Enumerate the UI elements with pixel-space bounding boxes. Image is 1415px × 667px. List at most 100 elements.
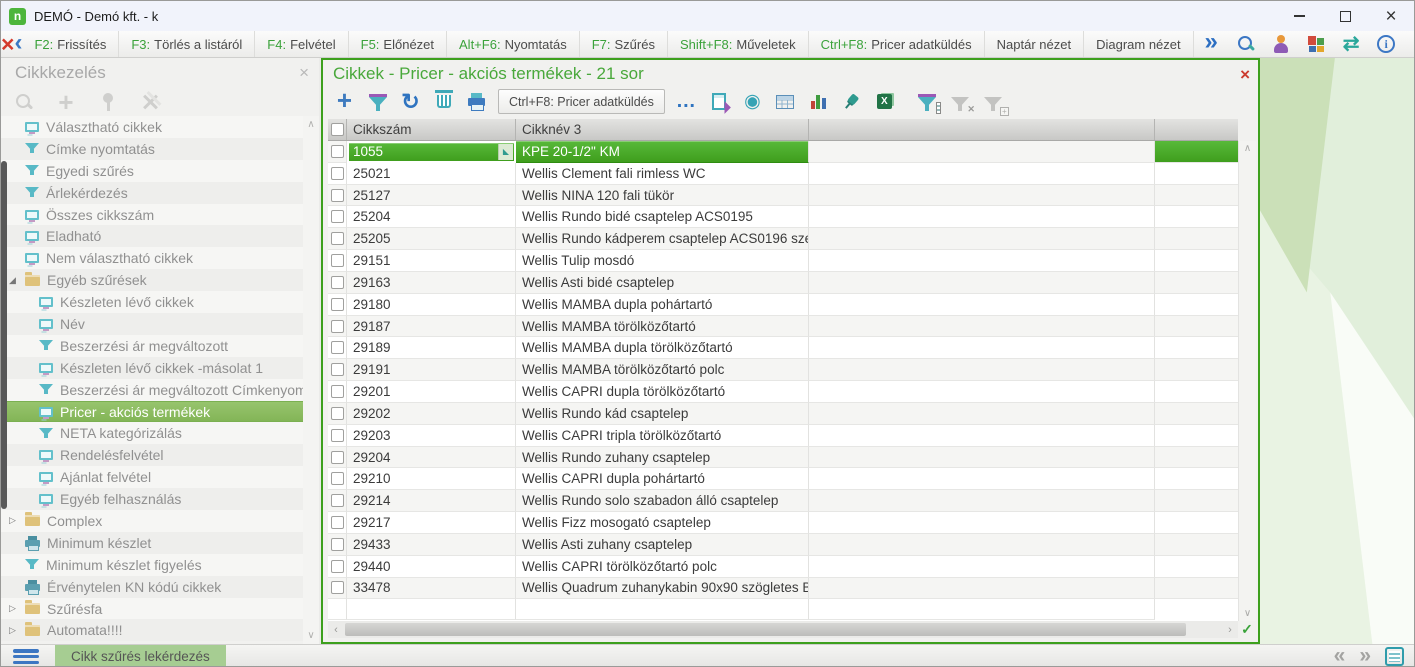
scroll-right-icon[interactable]: ›: [1222, 624, 1238, 636]
row-checkbox[interactable]: [331, 494, 344, 507]
cell-cikknev3[interactable]: Wellis MAMBA dupla törölközőtartó: [516, 337, 809, 359]
row-checkbox[interactable]: [331, 581, 344, 594]
cell-cikkszam[interactable]: 33478: [347, 578, 516, 600]
sidebar-scrollbar[interactable]: ∧ ∨: [303, 116, 319, 644]
menu-button[interactable]: [13, 649, 39, 664]
cell-cikknev3[interactable]: Wellis Rundo solo szabadon álló csaptele…: [516, 490, 809, 512]
table-row[interactable]: 33478 Wellis Quadrum zuhanykabin 90x90 s…: [328, 578, 1238, 600]
cell-cikkszam[interactable]: 29201: [347, 381, 516, 403]
cell-cikknev3[interactable]: Wellis NINA 120 fali tükör: [516, 185, 809, 207]
sidebar-tree-item[interactable]: ▷ Szűrésfa: [1, 598, 303, 620]
sidebar-tree-item[interactable]: Nem választható cikkek: [1, 247, 303, 269]
row-checkbox[interactable]: [331, 560, 344, 573]
hscroll-thumb[interactable]: [345, 623, 1186, 636]
table-row[interactable]: 29214 Wellis Rundo solo szabadon álló cs…: [328, 490, 1238, 512]
cell-cikkszam[interactable]: 29204: [347, 447, 516, 469]
cell-cikknev3[interactable]: Wellis Asti bidé csaptelep: [516, 272, 809, 294]
sidebar-tree-item[interactable]: Készleten lévő cikkek -másolat 1: [1, 357, 303, 379]
row-checkbox-cell[interactable]: [328, 447, 347, 469]
row-checkbox[interactable]: [331, 472, 344, 485]
table-row[interactable]: 25204 Wellis Rundo bidé csaptelep ACS019…: [328, 206, 1238, 228]
sidebar-tree-item[interactable]: NETA kategórizálás: [1, 422, 303, 444]
sidebar-tree-item[interactable]: Beszerzési ár megváltozott: [1, 335, 303, 357]
table-row[interactable]: 29204 Wellis Rundo zuhany csaptelep: [328, 447, 1238, 469]
row-checkbox-cell[interactable]: [328, 425, 347, 447]
table-row[interactable]: 29189 Wellis MAMBA dupla törölközőtartó: [328, 337, 1238, 359]
print-button[interactable]: [461, 88, 492, 115]
cell-cikknev3[interactable]: Wellis Clement fali rimless WC: [516, 163, 809, 185]
row-checkbox-cell[interactable]: [328, 163, 347, 185]
report-button[interactable]: [704, 88, 735, 115]
table-row[interactable]: 29201 Wellis CAPRI dupla törölközőtartó: [328, 381, 1238, 403]
toolbar-function-button[interactable]: F3: Törlés a listáról: [119, 31, 255, 57]
row-checkbox-cell[interactable]: [328, 381, 347, 403]
row-checkbox-cell[interactable]: [328, 272, 347, 294]
table-row[interactable]: 29187 Wellis MAMBA törölközőtartó: [328, 316, 1238, 338]
row-checkbox[interactable]: [331, 538, 344, 551]
cell-cikknev3[interactable]: Wellis MAMBA dupla pohártartó: [516, 294, 809, 316]
row-checkbox-cell[interactable]: [328, 578, 347, 600]
cell-cikkszam[interactable]: 25127: [347, 185, 516, 207]
sidebar-tree-item[interactable]: Pricer - akciós termékek: [1, 401, 303, 423]
row-checkbox-cell[interactable]: [328, 403, 347, 425]
sidebar-tree-item[interactable]: Minimum készlet figyelés: [1, 554, 303, 576]
expander-icon[interactable]: ▷: [9, 515, 25, 526]
table-row[interactable]: 29191 Wellis MAMBA törölközőtartó polc: [328, 359, 1238, 381]
sidebar-search-button[interactable]: [13, 91, 35, 113]
row-checkbox-cell[interactable]: [328, 250, 347, 272]
cell-cikkszam[interactable]: 29214: [347, 490, 516, 512]
cell-cikkszam[interactable]: 29151: [347, 250, 516, 272]
table-row[interactable]: 29163 Wellis Asti bidé csaptelep: [328, 272, 1238, 294]
row-checkbox[interactable]: [331, 167, 344, 180]
table-row[interactable]: 25127 Wellis NINA 120 fali tükör: [328, 185, 1238, 207]
cell-cikkszam[interactable]: 29191: [347, 359, 516, 381]
sidebar-left-scrollbar-thumb[interactable]: [1, 161, 7, 509]
row-checkbox[interactable]: [331, 145, 344, 158]
row-checkbox[interactable]: [331, 210, 344, 223]
sidebar-tree-item[interactable]: Beszerzési ár megváltozott Címkenyomtat: [1, 379, 303, 401]
cell-cikknev3[interactable]: Wellis Rundo kádperem csaptelep ACS0196 …: [516, 228, 809, 250]
hscroll-track[interactable]: [345, 623, 1221, 636]
cell-cikknev3[interactable]: Wellis CAPRI törölközőtartó polc: [516, 556, 809, 578]
sidebar-tree-item[interactable]: Összes cikkszám: [1, 204, 303, 226]
row-checkbox-cell[interactable]: [328, 468, 347, 490]
chart-button[interactable]: [803, 88, 834, 115]
page-previous-button[interactable]: «: [1334, 645, 1346, 667]
row-checkbox[interactable]: [331, 363, 344, 376]
close-button[interactable]: ×: [1368, 1, 1414, 31]
table-row[interactable]: 29180 Wellis MAMBA dupla pohártartó: [328, 294, 1238, 316]
row-checkbox[interactable]: [331, 385, 344, 398]
cell-cikknev3[interactable]: Wellis Rundo zuhany csaptelep: [516, 447, 809, 469]
confirm-check-icon[interactable]: ✓: [1238, 621, 1256, 638]
panel-close-button[interactable]: ×: [1240, 66, 1250, 83]
row-checkbox-cell[interactable]: [328, 359, 347, 381]
row-checkbox[interactable]: [331, 254, 344, 267]
row-checkbox-cell[interactable]: [328, 228, 347, 250]
cell-cikkszam[interactable]: 29189: [347, 337, 516, 359]
cell-cikkszam[interactable]: 29433: [347, 534, 516, 556]
toolbar-function-button[interactable]: Shift+F8: Műveletek: [668, 31, 809, 57]
sidebar-tree-item[interactable]: Ajánlat felvétel: [1, 466, 303, 488]
row-checkbox[interactable]: [331, 451, 344, 464]
row-checkbox-cell[interactable]: [328, 294, 347, 316]
cell-cikkszam[interactable]: 29187: [347, 316, 516, 338]
cell-editor-button[interactable]: ◣: [498, 144, 513, 160]
cell-cikkszam[interactable]: 29217: [347, 512, 516, 534]
row-checkbox[interactable]: [331, 298, 344, 311]
search-button[interactable]: [1229, 31, 1264, 57]
cell-cikkszam[interactable]: 29202: [347, 403, 516, 425]
toolbar-function-button[interactable]: Naptár nézet: [985, 31, 1084, 57]
delete-button[interactable]: [428, 88, 459, 115]
toolbar-function-button[interactable]: F2: Frissítés: [22, 31, 119, 57]
table-row[interactable]: 29151 Wellis Tulip mosdó: [328, 250, 1238, 272]
cell-cikknev3[interactable]: KPE 20-1/2" KM: [516, 141, 809, 163]
cell-cikknev3[interactable]: Wellis CAPRI dupla pohártartó: [516, 468, 809, 490]
row-checkbox-cell[interactable]: [328, 556, 347, 578]
row-checkbox-cell[interactable]: [328, 206, 347, 228]
sidebar-clear-filter-button[interactable]: [139, 91, 161, 113]
sidebar-tree-item[interactable]: ◢ Egyéb szűrések: [1, 269, 303, 291]
row-checkbox[interactable]: [331, 320, 344, 333]
list-view-icon[interactable]: [1385, 647, 1404, 666]
toolbar-function-button[interactable]: F4: Felvétel: [255, 31, 348, 57]
row-checkbox-cell[interactable]: [328, 185, 347, 207]
